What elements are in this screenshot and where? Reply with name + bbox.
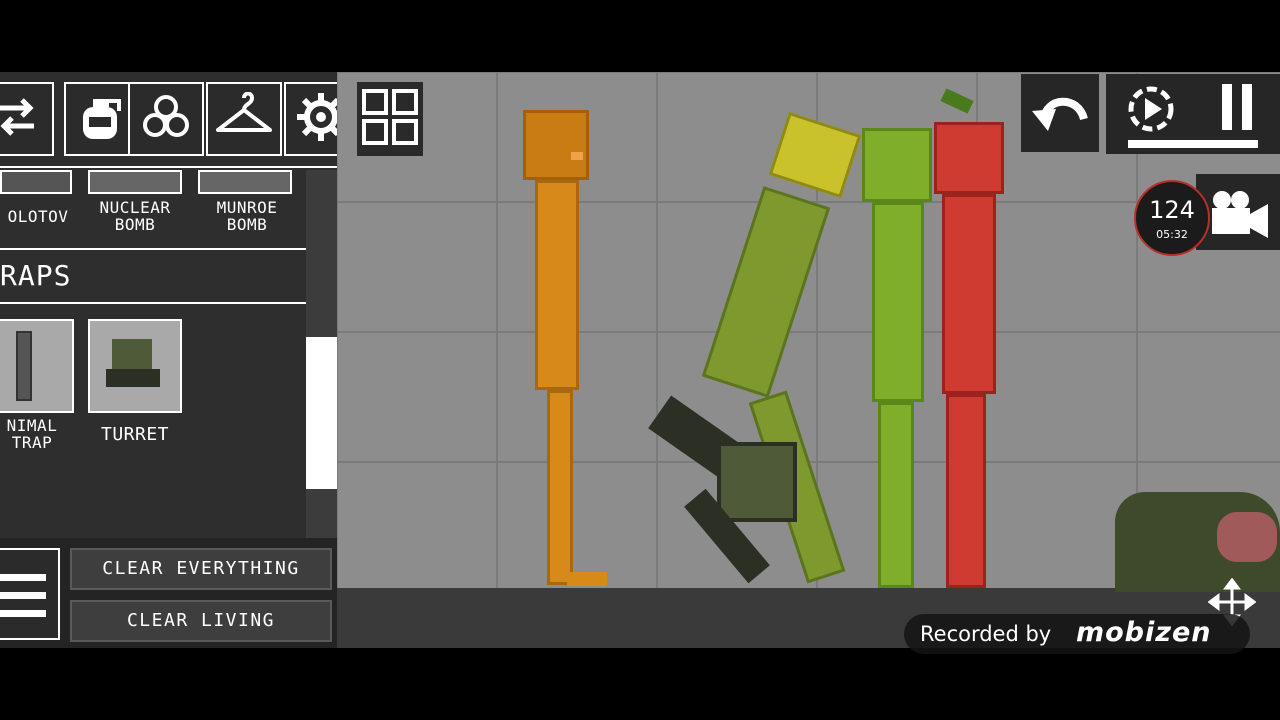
video-camera-icon xyxy=(1208,188,1270,242)
hanger-icon xyxy=(214,91,274,146)
recorder-watermark: Recorded by mobizen xyxy=(904,614,1250,654)
playback-controls xyxy=(1106,74,1280,154)
menu-button[interactable] xyxy=(0,548,60,640)
machinery-category-button[interactable] xyxy=(284,82,337,156)
toolbar-divider xyxy=(0,166,337,168)
green-melon-ragdoll[interactable] xyxy=(862,128,942,590)
orange-melon-ragdoll[interactable] xyxy=(517,110,617,590)
spawn-menu-panel: OLOTOV NUCLEAR BOMB MUNROE BOMB RAPS NIM… xyxy=(0,72,337,648)
nuclear-bomb-label: NUCLEAR BOMB xyxy=(99,198,171,234)
debris-pile-red xyxy=(1217,512,1277,562)
mobizen-logo: mobizen xyxy=(1076,617,1212,648)
molotov-label: OLOTOV xyxy=(7,207,69,226)
turret-base-graphic xyxy=(106,369,160,387)
turret-graphic xyxy=(112,339,152,369)
hamburger-menu-icon xyxy=(0,572,48,624)
gear-icon xyxy=(295,91,337,147)
slow-motion-icon[interactable] xyxy=(1126,84,1176,138)
clear-living-button[interactable]: CLEAR LIVING xyxy=(70,600,332,642)
undo-icon xyxy=(1030,89,1090,137)
traps-section-header: RAPS xyxy=(0,248,306,304)
recording-timer-main: 124 xyxy=(1149,196,1195,224)
animal-trap-graphic xyxy=(16,331,32,401)
nuclear-bomb-thumbnail[interactable] xyxy=(88,170,182,194)
undo-button[interactable] xyxy=(1021,74,1099,152)
turret-thumbnail[interactable] xyxy=(88,319,182,413)
grid-icon xyxy=(361,88,419,150)
spawn-grid-button[interactable] xyxy=(357,82,423,156)
munroe-bomb-thumbnail[interactable] xyxy=(198,170,292,194)
swap-category-button[interactable] xyxy=(0,82,54,156)
grenade-icon xyxy=(75,91,127,147)
turret-label: TURRET xyxy=(100,424,170,445)
munroe-bomb-label: MUNROE BOMB xyxy=(216,198,278,234)
recording-timer-bubble[interactable]: 124 05:32 xyxy=(1134,180,1210,256)
molotov-thumbnail[interactable] xyxy=(0,170,72,194)
sandbox-viewport[interactable] xyxy=(337,72,1280,648)
animal-trap-thumbnail[interactable] xyxy=(0,319,74,413)
explosives-category-button[interactable] xyxy=(64,82,138,156)
recorded-by-text: Recorded by xyxy=(920,622,1052,646)
animal-trap-label: NIMAL TRAP xyxy=(6,416,58,452)
time-scale-bar xyxy=(1128,140,1258,148)
clear-everything-button[interactable]: CLEAR EVERYTHING xyxy=(70,548,332,590)
turret-object[interactable] xyxy=(637,395,817,592)
pause-icon[interactable] xyxy=(1220,84,1254,134)
biohazard-category-button[interactable] xyxy=(128,82,204,156)
biohazard-icon xyxy=(138,89,194,149)
clothing-category-button[interactable] xyxy=(206,82,282,156)
swap-arrows-icon xyxy=(0,92,42,146)
traps-section-title: RAPS xyxy=(0,259,72,292)
red-melon-ragdoll[interactable] xyxy=(932,88,1012,590)
recording-timer-elapsed: 05:32 xyxy=(1156,228,1188,241)
scrollbar-thumb[interactable] xyxy=(306,337,337,489)
